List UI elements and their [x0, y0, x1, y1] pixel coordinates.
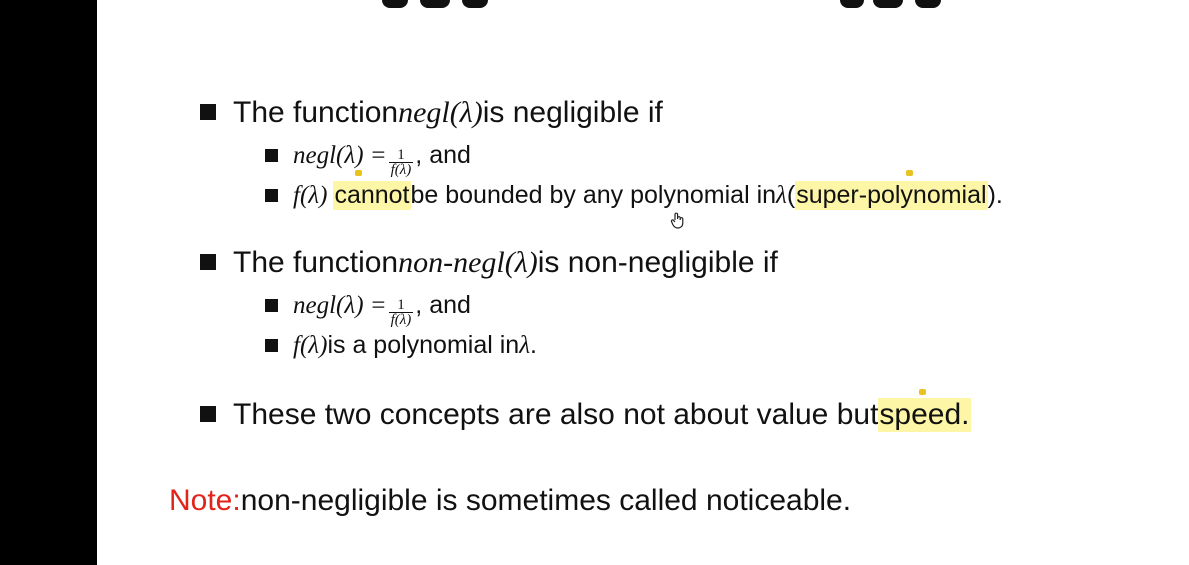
- sticky-note-pin-icon[interactable]: [355, 170, 362, 176]
- bullet-text: ).: [987, 181, 1003, 209]
- bullet-text: These two concepts are also not about va…: [233, 398, 879, 431]
- bullet-non-negligible: The function non-negl(λ) is non-negligib…: [200, 246, 778, 280]
- highlight-speed: speed.: [878, 398, 971, 432]
- highlight-super-polynomial: super-polynomial: [795, 181, 988, 210]
- fraction: 1 f(λ): [388, 297, 414, 328]
- bullet-square-icon: [265, 189, 278, 202]
- left-black-bar: [0, 0, 97, 565]
- bullet-text: be bounded by any polynomial in: [410, 181, 777, 209]
- math-non-negl: non-negl(λ): [398, 246, 538, 279]
- sub-bullet-super-polynomial: f(λ) cannot be bounded by any polynomial…: [265, 181, 1003, 210]
- highlight-cannot: cannot: [333, 181, 411, 210]
- bullet-square-icon: [200, 406, 216, 422]
- sticky-note-pin-icon[interactable]: [906, 170, 913, 176]
- hand-cursor-icon: [670, 212, 686, 235]
- bullet-square-icon: [200, 254, 216, 270]
- note-label: Note:: [169, 484, 241, 517]
- bullet-square-icon: [265, 149, 278, 162]
- note-line: Note: non-negligible is sometimes called…: [169, 484, 851, 518]
- bullet-text: (: [786, 181, 796, 209]
- bullet-text: , and: [415, 291, 471, 319]
- note-text: non-negligible is sometimes called notic…: [240, 484, 852, 517]
- sub-bullet-negl-definition: negl(λ) = 1 f(λ) , and: [265, 141, 471, 181]
- math-equation: negl(λ) =: [293, 142, 387, 169]
- bullet-text: is negligible if: [482, 96, 663, 129]
- sticky-note-pin-icon[interactable]: [919, 389, 926, 395]
- bullet-text: The function: [233, 246, 399, 279]
- bullet-square-icon: [265, 339, 278, 352]
- sub-bullet-polynomial: f(λ) is a polynomial in λ .: [265, 331, 537, 360]
- sub-bullet-nonnegl-definition: negl(λ) = 1 f(λ) , and: [265, 291, 471, 331]
- bullet-text: is a polynomial in: [327, 331, 520, 359]
- math-f-lambda: f(λ): [293, 332, 328, 359]
- math-lambda: λ: [519, 332, 531, 359]
- math-f-lambda: f(λ): [293, 182, 328, 209]
- bullet-square-icon: [200, 104, 216, 120]
- math-equation: negl(λ) =: [293, 292, 387, 319]
- bullet-text: is non-negligible if: [537, 246, 778, 279]
- math-negl: negl(λ): [398, 96, 483, 129]
- bullet-square-icon: [265, 299, 278, 312]
- bullet-speed: These two concepts are also not about va…: [200, 398, 971, 432]
- bullet-negligible: The function negl(λ) is negligible if: [200, 96, 663, 130]
- bullet-text: .: [530, 331, 537, 359]
- math-lambda: λ: [776, 182, 787, 209]
- fraction: 1 f(λ): [388, 147, 414, 178]
- bullet-text: , and: [415, 141, 471, 169]
- bullet-text: The function: [233, 96, 399, 129]
